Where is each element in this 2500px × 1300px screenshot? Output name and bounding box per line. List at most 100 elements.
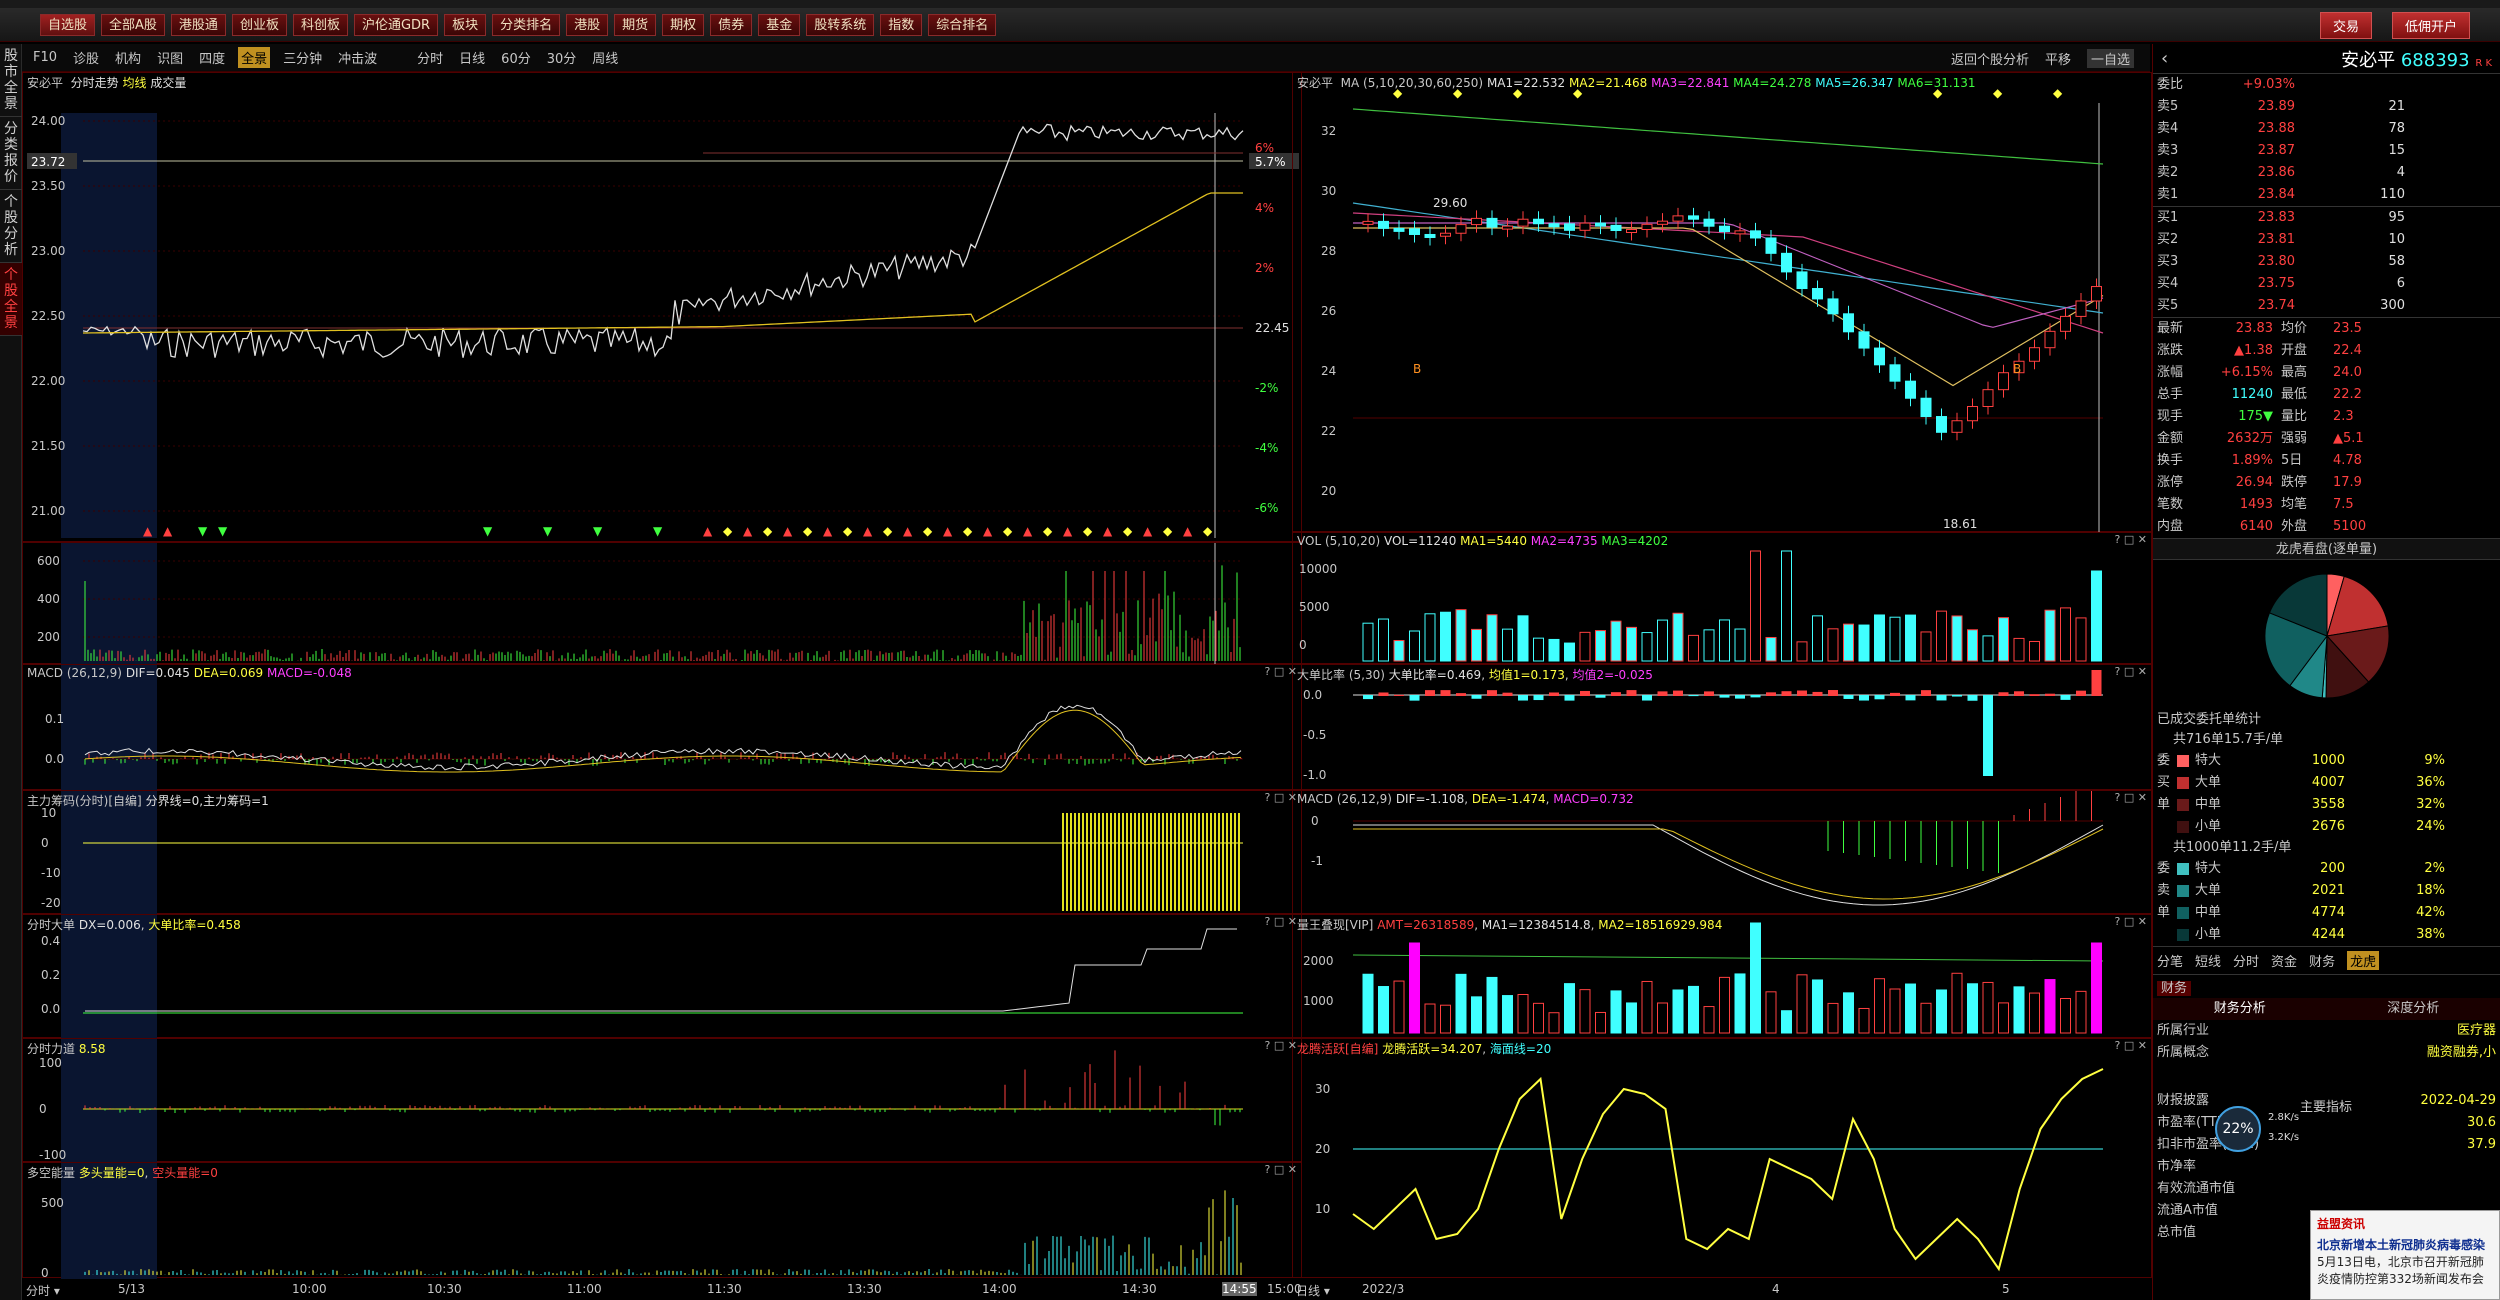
back-to-analysis-button[interactable]: 返回个股分析	[1951, 49, 2029, 68]
daily-bigratio-chart[interactable]: 0.0 -0.5 -1.0	[1293, 665, 2153, 791]
toolbar-button-10[interactable]: 期权	[662, 13, 705, 36]
intraday-volume-chart[interactable]: 600 400 200	[23, 543, 1303, 665]
quote-tab-财务[interactable]: 财务	[2309, 951, 2335, 970]
chip-label[interactable]: 主力筹码(分时)[自编]	[27, 794, 142, 808]
toolbar-button-1[interactable]: 全部A股	[101, 13, 165, 36]
intraday-bigorder-chart[interactable]: 0.4 0.2 0.0	[23, 915, 1303, 1039]
toolbar-button-2[interactable]: 港股通	[170, 13, 226, 36]
bigorder-tick: 0.4	[41, 934, 60, 948]
subbar-item-7[interactable]: 冲击波	[335, 47, 380, 68]
watchlist-dropdown[interactable]: 一自选	[2086, 48, 2134, 68]
subbar-item-0[interactable]: F10	[30, 49, 60, 66]
quote-tab-短线[interactable]: 短线	[2195, 951, 2221, 970]
subbar-item-5[interactable]: 全景	[238, 47, 271, 68]
vip-label[interactable]: 量王叠现[VIP]	[1297, 918, 1373, 932]
intraday-macd-chart[interactable]: 0.1 0.0	[23, 665, 1303, 791]
quote-tab-资金[interactable]: 资金	[2271, 951, 2297, 970]
bigratio-label[interactable]: 大单比率	[1297, 668, 1345, 682]
toolbar-button-9[interactable]: 期货	[614, 13, 657, 36]
toolbar-button-5[interactable]: 沪伦通GDR	[353, 13, 439, 36]
daily-vip-chart[interactable]: 2000 1000	[1293, 915, 2153, 1039]
finance-analysis-tab[interactable]: 财务分析	[2153, 998, 2327, 1020]
subbar-item-9[interactable]: 日线	[456, 47, 488, 68]
buy-level-4[interactable]: 买4 23.75 6	[2153, 273, 2500, 295]
panel-controls[interactable]: ? □ ✕	[1265, 791, 1297, 804]
toolbar-button-7[interactable]: 分类排名	[492, 13, 561, 36]
toolbar-button-4[interactable]: 科创板	[292, 13, 348, 36]
panel-controls[interactable]: ? □ ✕	[2115, 915, 2147, 928]
vol-label[interactable]: VOL	[1297, 534, 1321, 548]
subbar-item-11[interactable]: 30分	[544, 47, 580, 68]
subbar-item-1[interactable]: 诊股	[70, 47, 102, 68]
panel-controls[interactable]: ? □ ✕	[1265, 1039, 1297, 1052]
intraday-force-chart[interactable]: 100 0 -100	[23, 1039, 1303, 1163]
buy-level-5[interactable]: 买5 23.74 300	[2153, 295, 2500, 317]
open-account-button[interactable]: 低佣开户	[2391, 11, 2470, 39]
time-tick: 11:30	[707, 1282, 742, 1296]
ma-label[interactable]: MA	[1341, 76, 1360, 90]
quote-tab-龙虎[interactable]: 龙虎	[2347, 951, 2380, 970]
left-tab-0[interactable]: 股市全景	[0, 44, 22, 117]
daily-volume-chart[interactable]: 10000 5000 0	[1293, 533, 2153, 665]
finance-tab[interactable]: 财务	[2157, 981, 2192, 996]
subbar-item-8[interactable]: 分时	[414, 47, 446, 68]
dragon-label[interactable]: 龙腾活跃[自编]	[1297, 1042, 1378, 1056]
bigorder-label[interactable]: 分时大单	[27, 918, 75, 932]
toolbar-button-0[interactable]: 自选股	[40, 13, 96, 36]
time-label[interactable]: 分时 ▾	[26, 1282, 60, 1299]
toolbar-button-8[interactable]: 港股	[566, 13, 609, 36]
date-label[interactable]: 日线 ▾	[1296, 1282, 1330, 1299]
subbar-item-3[interactable]: 识图	[154, 47, 186, 68]
subbar-item-10[interactable]: 60分	[498, 47, 534, 68]
buy-level-3[interactable]: 买3 23.80 58	[2153, 251, 2500, 273]
sell-level-4[interactable]: 卖2 23.86 4	[2153, 162, 2500, 184]
left-tab-3[interactable]: 个股全景	[0, 263, 22, 336]
subbar-item-12[interactable]: 周线	[589, 47, 621, 68]
energy-label[interactable]: 多空能量	[27, 1166, 75, 1180]
trade-button[interactable]: 交易	[2319, 11, 2372, 39]
toolbar-button-14[interactable]: 指数	[880, 13, 923, 36]
panel-controls[interactable]: ? □ ✕	[2115, 665, 2147, 678]
news-source: 益盟资讯	[2317, 1217, 2366, 1231]
toolbar-button-11[interactable]: 债券	[710, 13, 753, 36]
toolbar-button-6[interactable]: 板块	[444, 13, 487, 36]
macd-label[interactable]: MACD	[27, 666, 63, 680]
quote-tab-分时[interactable]: 分时	[2233, 951, 2259, 970]
subbar-item-2[interactable]: 机构	[112, 47, 144, 68]
panel-controls[interactable]: ? □ ✕	[1265, 915, 1297, 928]
level-volume: 10	[2388, 232, 2405, 247]
sell-level-1[interactable]: 卖5 23.89 21	[2153, 96, 2500, 118]
left-tab-1[interactable]: 分类报价	[0, 117, 22, 190]
rk-badge[interactable]: R K	[2475, 58, 2492, 69]
intraday-price-chart[interactable]: 24.00 23.50 23.00 22.50 22.00 21.50 21.00 6% 4% 2…	[23, 73, 1303, 543]
sell-level-3[interactable]: 卖3 23.87 15	[2153, 140, 2500, 162]
panel-controls[interactable]: ? □ ✕	[1265, 665, 1297, 678]
buy-level-2[interactable]: 买2 23.81 10	[2153, 229, 2500, 251]
quote-tab-分笔[interactable]: 分笔	[2157, 951, 2183, 970]
subbar-item-4[interactable]: 四度	[196, 47, 228, 68]
left-tab-2[interactable]: 个股分析	[0, 190, 22, 263]
sell-level-2[interactable]: 卖4 23.88 78	[2153, 118, 2500, 140]
back-icon[interactable]: ‹	[2161, 48, 2168, 69]
panel-controls[interactable]: ? □ ✕	[2115, 1039, 2147, 1052]
subbar-item-6[interactable]: 三分钟	[280, 47, 325, 68]
daily-macd-chart[interactable]: 0 -1	[1293, 791, 2153, 915]
force-label[interactable]: 分时力道	[27, 1042, 75, 1056]
news-popup[interactable]: 益盟资讯 北京新增本土新冠肺炎病毒感染 5月13日电，北京市召开新冠肺炎疫情防控…	[2310, 1210, 2500, 1300]
daily-dragon-chart[interactable]: 30 20 10	[1293, 1039, 2153, 1279]
panel-controls[interactable]: ? □ ✕	[2115, 791, 2147, 804]
pan-button[interactable]: 平移	[2045, 49, 2071, 68]
buy-level-1[interactable]: 买1 23.83 95	[2153, 207, 2500, 229]
news-headline[interactable]: 北京新增本土新冠肺炎病毒感染	[2317, 1236, 2493, 1253]
toolbar-button-13[interactable]: 股转系统	[806, 13, 875, 36]
panel-controls[interactable]: ? □ ✕	[1265, 1163, 1297, 1176]
daily-macd-label[interactable]: MACD	[1297, 792, 1333, 806]
panel-controls[interactable]: ? □ ✕	[2115, 533, 2147, 546]
deep-analysis-tab[interactable]: 深度分析	[2327, 998, 2500, 1020]
sell-level-5[interactable]: 卖1 23.84 110	[2153, 184, 2500, 206]
toolbar-button-12[interactable]: 基金	[758, 13, 801, 36]
intraday-chip-chart[interactable]: 100-10-20	[23, 791, 1303, 915]
toolbar-button-15[interactable]: 综合排名	[928, 13, 997, 36]
toolbar-button-3[interactable]: 创业板	[231, 13, 287, 36]
daily-kline-chart[interactable]: 3230282624222029.6018.61B B◆ ◆ ◆ ◆ ◆ ◆ ◆	[1293, 73, 2153, 533]
